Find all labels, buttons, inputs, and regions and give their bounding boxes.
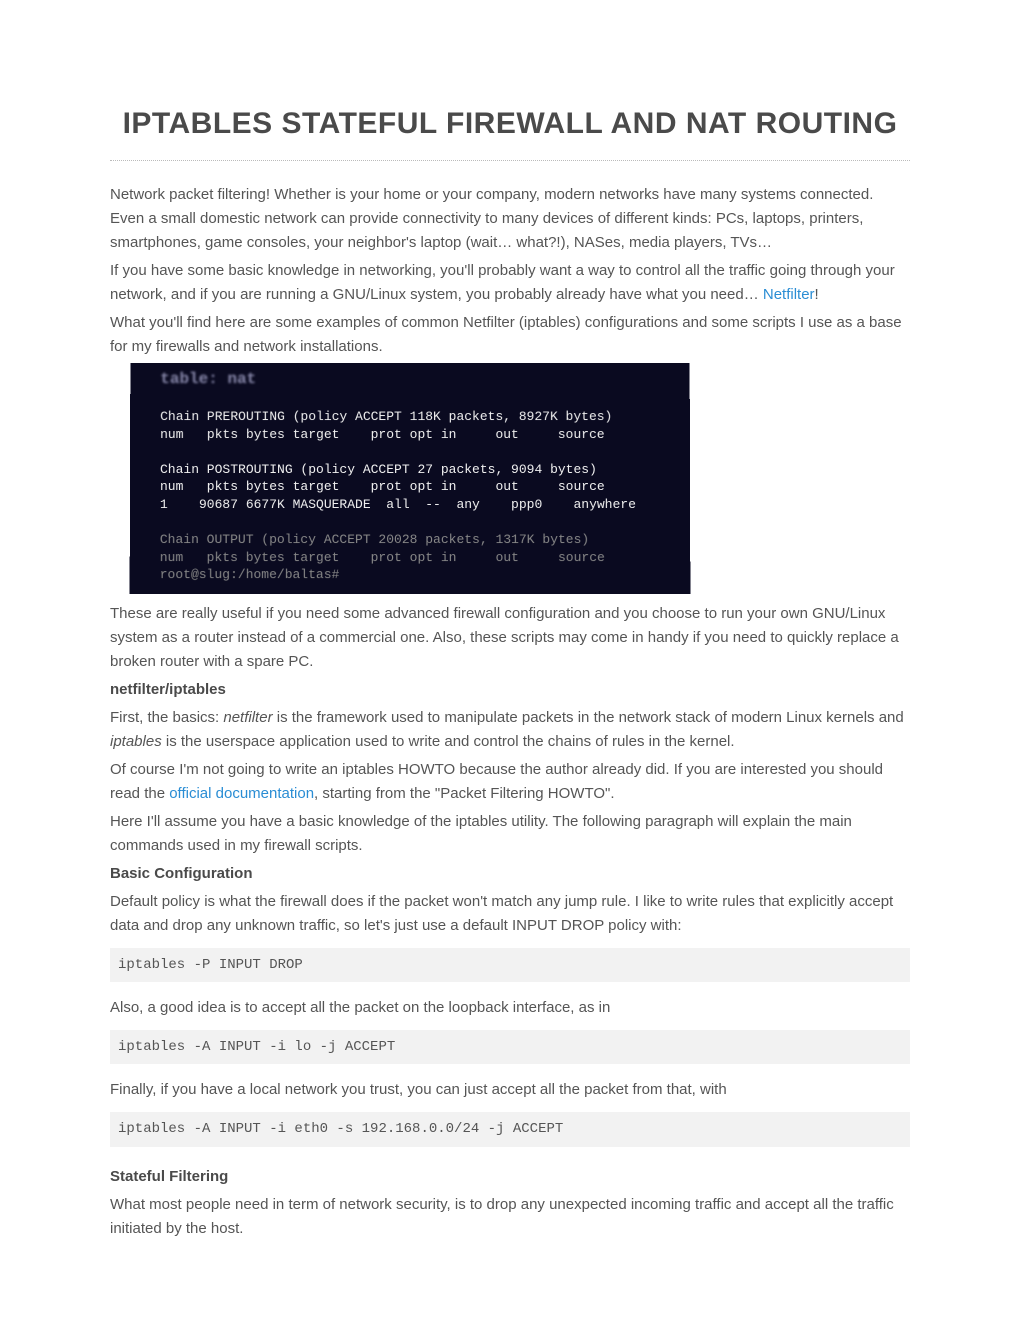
fig-line: Chain OUTPUT (policy ACCEPT 20028 packet… <box>160 532 589 547</box>
text: , starting from the "Packet Filtering HO… <box>314 785 614 802</box>
term-iptables: iptables <box>110 733 162 750</box>
fig-line: 1 90687 6677K MASQUERADE all -- any ppp0… <box>160 497 636 512</box>
code-block-input-drop: iptables -P INPUT DROP <box>110 948 910 982</box>
fig-line: Chain POSTROUTING (policy ACCEPT 27 pack… <box>160 462 597 477</box>
netfilter-definition: First, the basics: netfilter is the fram… <box>110 706 910 754</box>
fig-line: table: nat <box>160 370 256 388</box>
fig-line: num pkts bytes target prot opt in out so… <box>160 479 605 494</box>
code-block-local-net: iptables -A INPUT -i eth0 -s 192.168.0.0… <box>110 1112 910 1146</box>
terminal-screenshot: table: nat Chain PREROUTING (policy ACCE… <box>130 363 691 594</box>
code-block-loopback: iptables -A INPUT -i lo -j ACCEPT <box>110 1030 910 1064</box>
text: is the userspace application used to wri… <box>162 733 735 750</box>
loopback-paragraph: Also, a good idea is to accept all the p… <box>110 996 910 1020</box>
intro-paragraph-3: What you'll find here are some examples … <box>110 311 910 359</box>
heading-text: netfilter/iptables <box>110 681 226 698</box>
fig-line: num pkts bytes target prot opt in out so… <box>160 550 605 565</box>
intro-paragraph-1: Network packet filtering! Whether is you… <box>110 183 910 255</box>
heading-text: Basic Configuration <box>110 865 253 882</box>
fig-line: root@slug:/home/baltas# <box>160 567 340 582</box>
term-netfilter: netfilter <box>223 709 272 726</box>
stateful-paragraph: What most people need in term of network… <box>110 1193 910 1241</box>
netfilter-link[interactable]: Netfilter <box>763 286 815 303</box>
local-network-paragraph: Finally, if you have a local network you… <box>110 1078 910 1102</box>
paragraph-after-figure: These are really useful if you need some… <box>110 602 910 674</box>
text: First, the basics: <box>110 709 223 726</box>
fig-line: Chain PREROUTING (policy ACCEPT 118K pac… <box>160 409 612 424</box>
official-documentation-link[interactable]: official documentation <box>169 785 314 802</box>
intro-paragraph-2: If you have some basic knowledge in netw… <box>110 259 910 307</box>
text: is the framework used to manipulate pack… <box>273 709 904 726</box>
section-heading-stateful: Stateful Filtering <box>110 1165 910 1189</box>
section-heading-netfilter: netfilter/iptables <box>110 678 910 702</box>
default-policy-paragraph: Default policy is what the firewall does… <box>110 890 910 938</box>
documentation-reference: Of course I'm not going to write an ipta… <box>110 758 910 806</box>
text: ! <box>815 286 819 303</box>
fig-line: num pkts bytes target prot opt in out so… <box>160 427 605 442</box>
heading-text: Stateful Filtering <box>110 1168 228 1185</box>
section-heading-basic-config: Basic Configuration <box>110 862 910 886</box>
assumption-paragraph: Here I'll assume you have a basic knowle… <box>110 810 910 858</box>
article-page: IPTABLES STATEFUL FIREWALL AND NAT ROUTI… <box>0 0 1020 1305</box>
page-title: IPTABLES STATEFUL FIREWALL AND NAT ROUTI… <box>110 100 910 161</box>
